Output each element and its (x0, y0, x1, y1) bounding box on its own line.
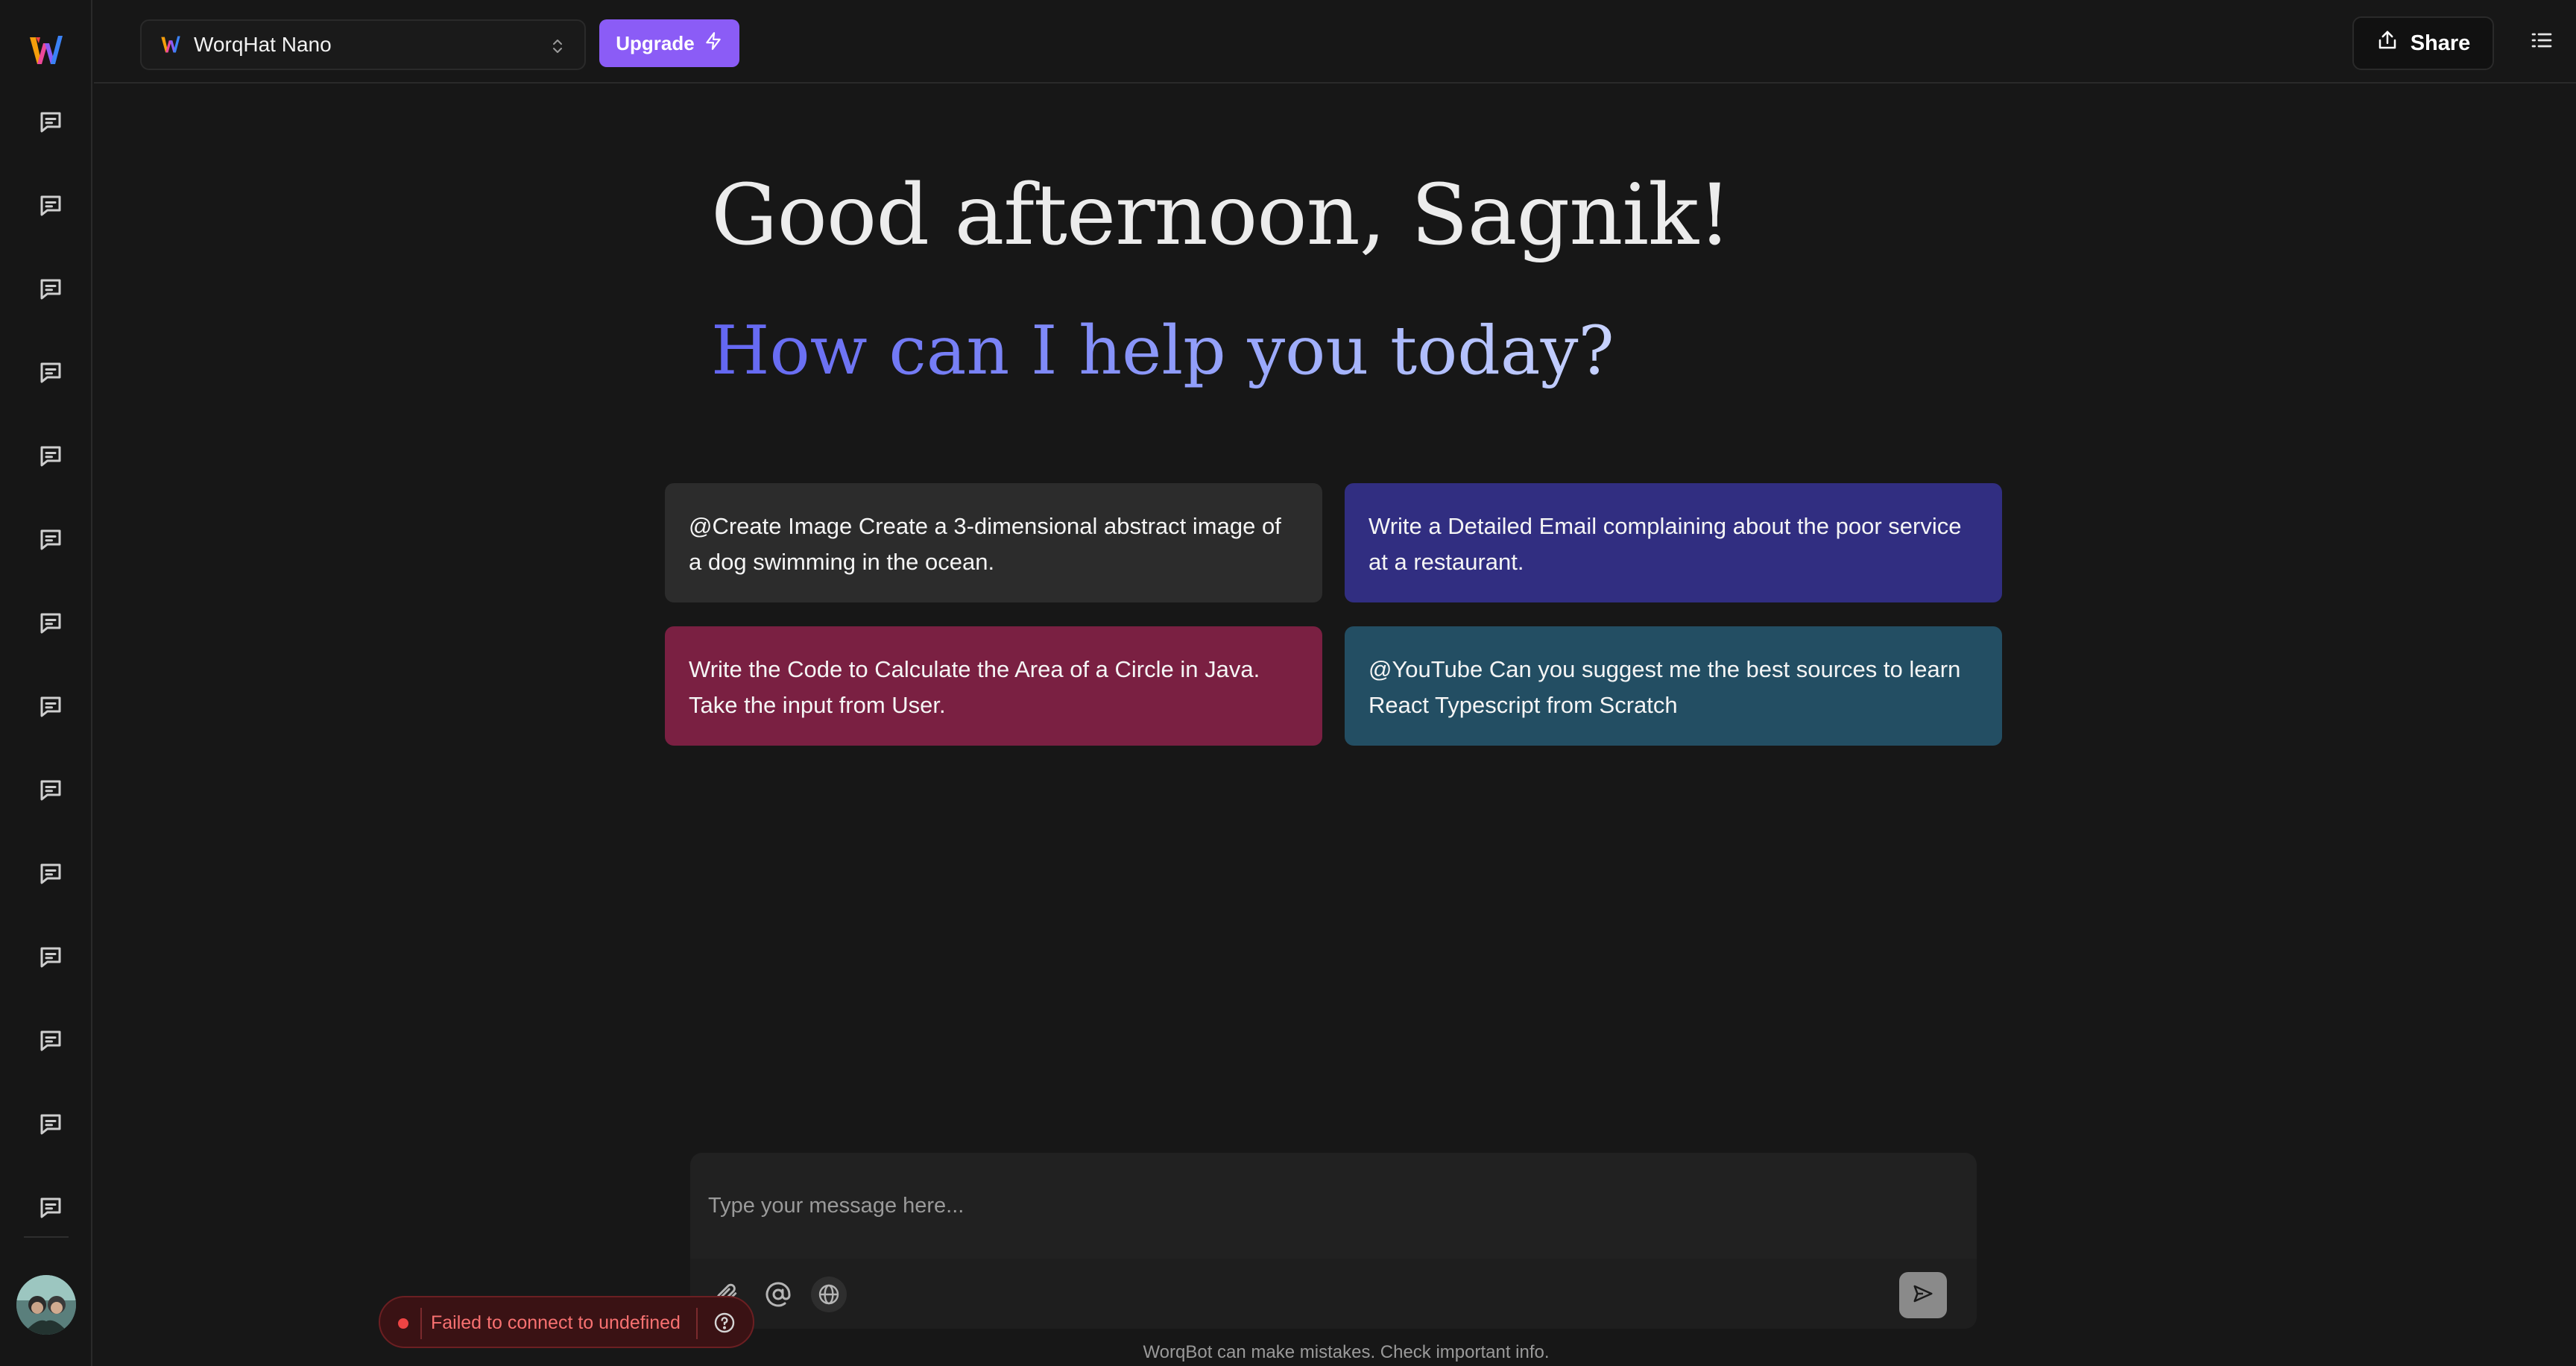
send-icon (1912, 1282, 1934, 1309)
suggestion-card[interactable]: Write a Detailed Email complaining about… (1345, 483, 2002, 602)
toast-divider (420, 1308, 422, 1339)
share-button[interactable]: Share (2352, 16, 2494, 70)
error-dot-icon (398, 1318, 408, 1329)
chat-icon[interactable] (34, 941, 67, 974)
upgrade-button[interactable]: Upgrade (599, 19, 739, 67)
chat-icon[interactable] (34, 106, 67, 139)
chat-icon[interactable] (34, 690, 67, 723)
share-icon (2376, 29, 2399, 57)
chat-icon[interactable] (34, 189, 67, 222)
share-label: Share (2410, 31, 2471, 55)
model-selector[interactable]: WorqHat Nano (140, 19, 586, 70)
subgreeting-heading: How can I help you today? (711, 312, 1614, 390)
model-name: WorqHat Nano (194, 33, 332, 56)
error-toast: Failed to connect to undefined (379, 1296, 754, 1348)
disclaimer-text-wrapper: WorqBot can make mistakes. Check importa… (0, 1342, 2576, 1363)
globe-icon[interactable] (811, 1277, 847, 1312)
suggestion-card[interactable]: @YouTube Can you suggest me the best sou… (1345, 626, 2002, 746)
worqhat-logo-icon[interactable] (27, 31, 66, 70)
help-icon[interactable] (713, 1311, 736, 1335)
suggestion-card[interactable]: Write the Code to Calculate the Area of … (665, 626, 1322, 746)
suggestion-card[interactable]: @Create Image Create a 3-dimensional abs… (665, 483, 1322, 602)
message-composer (690, 1153, 1977, 1329)
chevron-up-down-icon (550, 36, 565, 57)
at-sign-icon[interactable] (760, 1277, 796, 1312)
worqhat-logo-icon (160, 34, 182, 56)
list-menu-button[interactable] (2527, 27, 2557, 57)
composer-toolbar (690, 1259, 1977, 1329)
chat-icon[interactable] (34, 774, 67, 807)
toast-divider (696, 1308, 698, 1339)
sidebar-divider (24, 1236, 69, 1238)
chat-icon[interactable] (34, 1192, 67, 1224)
list-icon (2530, 28, 2554, 56)
disclaimer-text: WorqBot can make mistakes. Check importa… (1143, 1342, 1550, 1362)
toast-message: Failed to connect to undefined (431, 1312, 681, 1333)
send-button[interactable] (1899, 1272, 1947, 1318)
message-input[interactable] (690, 1153, 1977, 1259)
chat-icon[interactable] (34, 356, 67, 389)
top-bar: WorqHat Nano Upgrade Share (94, 0, 2576, 84)
sidebar (0, 0, 92, 1366)
chat-icon[interactable] (34, 273, 67, 306)
chat-icon[interactable] (34, 857, 67, 890)
chat-icon[interactable] (34, 523, 67, 556)
chat-icon[interactable] (34, 1108, 67, 1141)
lightning-icon (704, 31, 723, 56)
chat-icon[interactable] (34, 1024, 67, 1057)
greeting-heading: Good afternoon, Sagnik! (711, 167, 1731, 264)
chat-icon[interactable] (34, 440, 67, 473)
chat-icon[interactable] (34, 607, 67, 640)
user-avatar[interactable] (16, 1275, 76, 1335)
upgrade-label: Upgrade (616, 31, 695, 54)
